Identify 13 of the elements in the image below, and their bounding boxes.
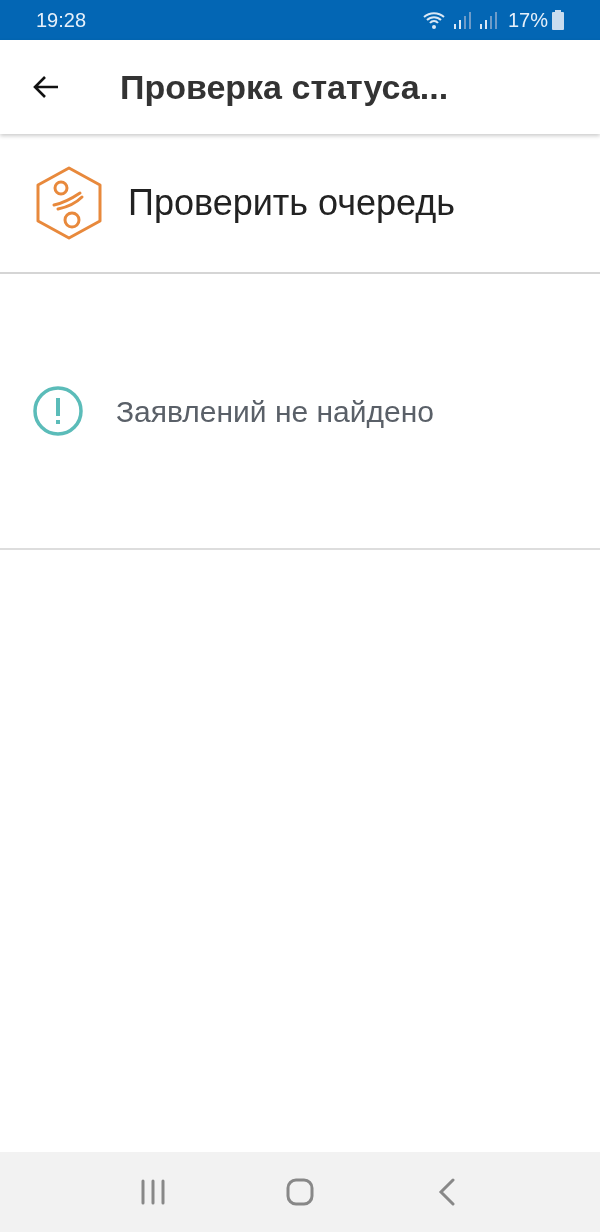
app-bar-title: Проверка статуса...: [120, 66, 449, 108]
battery-percent: 17%: [507, 8, 548, 33]
back-arrow-icon: [32, 75, 60, 99]
section-title: Проверить очередь: [128, 181, 456, 225]
info-icon: [32, 385, 84, 437]
home-icon: [286, 1178, 314, 1206]
back-chevron-icon: [437, 1178, 456, 1206]
recent-apps-icon: [140, 1179, 167, 1205]
status-time: 19:28: [36, 8, 87, 33]
signal-icon: [451, 11, 474, 29]
battery-icon: [552, 10, 564, 30]
signal-icon: [477, 11, 500, 29]
empty-message: Заявлений не найдено: [116, 393, 434, 430]
